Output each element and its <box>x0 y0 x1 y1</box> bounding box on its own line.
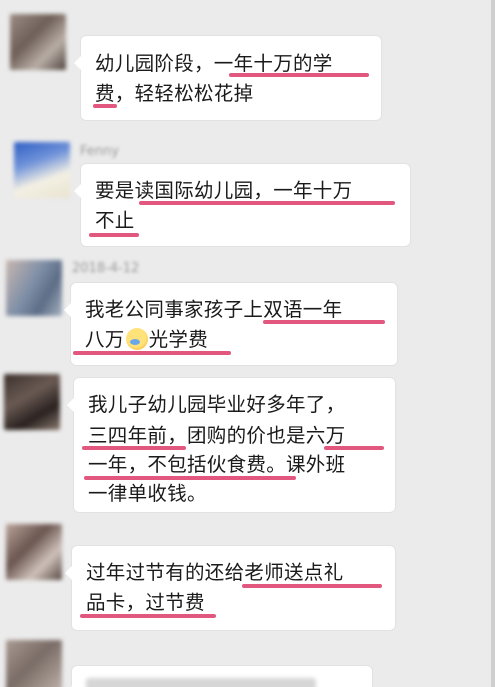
message-text: 费，轻轻松松花掉 <box>95 82 254 105</box>
highlight-underline <box>84 476 296 480</box>
avatar[interactable] <box>4 374 60 430</box>
message-bubble[interactable]: 我儿子幼儿园毕业好多年了， 三四年前，团购的价也是六万 一年，不包括伙食费。课外… <box>67 378 395 512</box>
highlight-underline <box>229 73 369 77</box>
highlight-underline <box>89 233 139 237</box>
sender-name <box>74 644 78 659</box>
message-text: 品卡，过节费 <box>86 591 205 614</box>
message-text-line: 八万 光学费 <box>85 327 208 353</box>
avatar[interactable] <box>6 640 62 687</box>
message-bubble[interactable]: 过年过节有的还给老师送点礼 品卡，过节费 <box>65 546 395 630</box>
sender-name: 2018-4-12 <box>72 261 140 276</box>
message-text: 一律单收钱。 <box>88 482 207 505</box>
highlight-underline <box>80 614 216 618</box>
highlight-underline <box>263 320 385 324</box>
embarrassed-emoji-icon <box>125 328 148 350</box>
message-text: 光学费 <box>148 328 209 351</box>
highlight-underline <box>73 351 231 355</box>
sender-name <box>74 526 78 541</box>
avatar[interactable] <box>14 142 70 198</box>
avatar[interactable] <box>10 14 66 70</box>
highlight-underline <box>82 446 186 450</box>
highlight-underline <box>242 584 382 588</box>
message-text: 过年过节有的还给老师送点礼 <box>86 561 344 584</box>
highlight-underline <box>139 201 395 205</box>
message-bubble[interactable]: 我老公同事家孩子上双语一年 八万 光学费 <box>64 283 397 365</box>
message-text: 一年，不包括伙食费。课外班 <box>88 453 346 476</box>
sender-name: Fenny <box>80 144 119 159</box>
highlight-underline <box>93 104 117 108</box>
message-text: 不止 <box>95 209 135 232</box>
message-bubble[interactable]: 要是读国际幼儿园，一年十万 不止 <box>74 164 410 246</box>
avatar[interactable] <box>6 524 62 580</box>
message-text: 我儿子幼儿园毕业好多年了， <box>88 393 346 416</box>
message-bubble[interactable]: 幼儿园阶段，一年十万的学 费，轻轻松松花掉 <box>74 36 381 120</box>
scrollbar[interactable] <box>491 0 495 687</box>
avatar[interactable] <box>6 260 62 316</box>
highlight-underline <box>324 446 384 450</box>
chat-screen: 幼儿园阶段，一年十万的学 费，轻轻松松花掉 Fenny 要是读国际幼儿园，一年十… <box>0 0 495 687</box>
message-text-blurred <box>86 678 316 687</box>
message-text: 八万 <box>85 328 125 351</box>
message-bubble[interactable] <box>65 666 372 687</box>
